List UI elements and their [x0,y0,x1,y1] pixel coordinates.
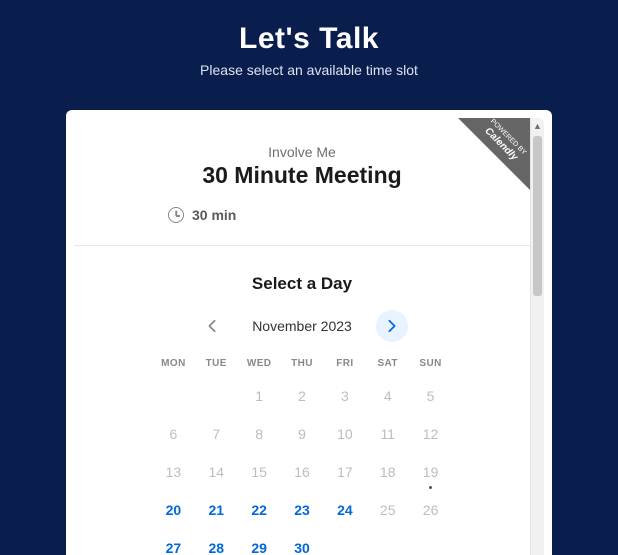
calendar-week-row: 13 14 15 16 17 18 19 [152,453,452,491]
calendar-day: 16 [281,453,324,491]
calendar-day: 18 [366,453,409,491]
day-number: 17 [337,464,353,480]
day-number: 28 [208,540,224,555]
calendar-day-available[interactable]: 20 [152,491,195,529]
calendar-day: 15 [238,453,281,491]
calendar-weeks: 1234567891011121314151617181920212223242… [152,377,452,555]
weekday-header-row: MONTUEWEDTHUFRISATSUN [152,358,452,377]
day-number: 26 [423,502,439,518]
month-navigation: November 2023 [74,310,530,342]
calendar-day: 1 [238,377,281,415]
calendar-day: 13 [152,453,195,491]
clock-icon [168,207,184,223]
calendar-day: 5 [409,377,452,415]
calendar-day: 11 [366,415,409,453]
calendar-day-today: 19 [409,453,452,491]
page-title: Let's Talk [0,22,618,56]
weekday-label: SAT [366,358,409,377]
weekday-label: TUE [195,358,238,377]
chevron-right-icon [387,319,397,333]
calendar-day-available[interactable]: 28 [195,529,238,555]
calendar-day-available[interactable]: 24 [323,491,366,529]
page-subtitle: Please select an available time slot [0,62,618,78]
day-number: 24 [337,502,353,518]
calendar-day-available[interactable]: 23 [281,491,324,529]
card-content: POWERED BY Calendly Involve Me 30 Minute… [74,118,530,555]
day-number: 30 [294,540,310,555]
prev-month-button[interactable] [196,310,228,342]
duration-row: 30 min [168,207,530,223]
chevron-left-icon [207,319,217,333]
calendar-day: 12 [409,415,452,453]
calendar-day: 9 [281,415,324,453]
calendar-day-available[interactable]: 21 [195,491,238,529]
calendar-day: 17 [323,453,366,491]
calendar-grid: MONTUEWEDTHUFRISATSUN 123456789101112131… [152,358,452,555]
calendar-day: 4 [366,377,409,415]
calendar-day: 3 [323,377,366,415]
calendar-day: 2 [281,377,324,415]
calendar-day-available[interactable]: 30 [281,529,324,555]
duration-label: 30 min [192,207,236,223]
weekday-label: WED [238,358,281,377]
day-number: 21 [208,502,224,518]
calendar-day-available[interactable]: 22 [238,491,281,529]
weekday-label: FRI [323,358,366,377]
calendar-day: 25 [366,491,409,529]
day-number: 6 [170,426,178,442]
scheduler-card: POWERED BY Calendly Involve Me 30 Minute… [66,110,552,555]
calendar-day-available[interactable]: 29 [238,529,281,555]
day-number: 22 [251,502,267,518]
day-number: 20 [166,502,182,518]
select-day-heading: Select a Day [74,274,530,294]
weekday-label: THU [281,358,324,377]
calendar-week-row: 20 21 22 23 24 25 26 [152,491,452,529]
day-number: 13 [166,464,182,480]
month-label: November 2023 [252,318,352,334]
day-number: 11 [380,426,395,442]
calendar-day: 10 [323,415,366,453]
calendar-week-row: 27 28 29 30 [152,529,452,555]
day-number: 3 [341,388,349,404]
day-number: 16 [294,464,310,480]
day-number: 5 [427,388,435,404]
day-number: 29 [251,540,267,555]
weekday-label: SUN [409,358,452,377]
calendar-day: 14 [195,453,238,491]
calendar-day: 8 [238,415,281,453]
day-number: 10 [337,426,353,442]
calendar-day: 7 [195,415,238,453]
day-number: 1 [255,388,263,404]
day-number: 18 [380,464,396,480]
day-number: 19 [423,464,439,480]
day-number: 15 [251,464,267,480]
calendar-day-available[interactable]: 27 [152,529,195,555]
weekday-label: MON [152,358,195,377]
divider [74,245,530,246]
calendar-day: 6 [152,415,195,453]
day-number: 23 [294,502,310,518]
calendar-week-row: 1 2 3 4 5 [152,377,452,415]
day-number: 9 [298,426,306,442]
day-number: 8 [255,426,263,442]
day-number: 7 [212,426,220,442]
day-number: 25 [380,502,396,518]
day-number: 4 [384,388,392,404]
scroll-up-arrow-icon[interactable]: ▲ [533,120,542,132]
day-number: 27 [166,540,182,555]
scroll-thumb[interactable] [533,136,542,296]
day-number: 12 [423,426,439,442]
day-number: 2 [298,388,306,404]
calendar-day: 26 [409,491,452,529]
calendar-week-row: 6 7 8 9 10 11 12 [152,415,452,453]
next-month-button[interactable] [376,310,408,342]
hero: Let's Talk Please select an available ti… [0,0,618,78]
day-number: 14 [208,464,224,480]
scrollbar[interactable]: ▲ [530,118,544,555]
